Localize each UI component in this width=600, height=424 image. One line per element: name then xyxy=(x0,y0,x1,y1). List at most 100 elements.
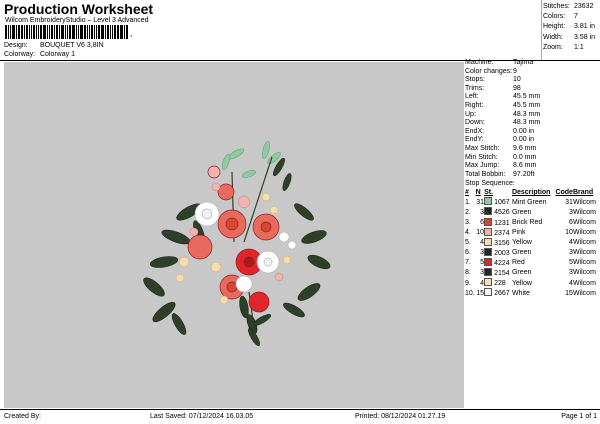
machine-info-row: Down: 48.3 mm xyxy=(465,119,600,128)
height-value: 3.81 in xyxy=(574,23,596,31)
summary-divider xyxy=(541,0,542,60)
stop-header-cell: Description xyxy=(511,189,551,197)
stop-brand: Wilcom xyxy=(572,198,596,206)
stop-brand: Wilcom xyxy=(572,229,596,237)
color-swatch xyxy=(484,217,493,226)
stop-row: 8. 3 2154 Green 3 Wilcom xyxy=(465,267,598,278)
machine-info-row: Color changes: 9 xyxy=(465,68,600,77)
stop-stitch-cell: 4224 xyxy=(484,257,512,268)
stop-code: 4 xyxy=(569,279,573,287)
machine-info-label: Max Stitch: xyxy=(465,144,500,152)
stop-brand: Wilcom xyxy=(572,239,596,247)
stop-description: Green xyxy=(511,208,532,216)
design-row: Design: BOUQUET V6 3,8IN xyxy=(4,41,104,50)
created-by: Created By: xyxy=(4,413,41,420)
stop-code: 6 xyxy=(569,219,573,226)
stop-stitch-cell: 228 xyxy=(484,278,512,288)
machine-info-value: 10 xyxy=(513,76,521,84)
machine-info-label: Trims: xyxy=(465,84,485,92)
stop-description: Green xyxy=(511,269,532,277)
stop-stitch-count: 2154 xyxy=(494,269,510,277)
stop-stitch-cell: 3156 xyxy=(484,237,512,248)
stop-brand: Wilcom xyxy=(572,279,596,287)
stop-description: Yellow xyxy=(511,279,532,287)
stop-brand: Wilcom xyxy=(572,289,596,297)
stop-description: Green xyxy=(511,249,532,257)
stop-stitch-cell: 2667 xyxy=(484,288,512,298)
design-label: Design: xyxy=(4,42,28,49)
machine-info-label: Down: xyxy=(465,119,485,127)
stop-brand: Wilcom xyxy=(572,249,596,257)
stop-code: 15 xyxy=(565,289,573,297)
machine-info-label: Total Bobbin: xyxy=(465,170,506,178)
stop-stitch-count: 2374 xyxy=(494,229,510,237)
stop-stitch-count: 228 xyxy=(494,280,506,288)
color-swatch xyxy=(484,247,493,256)
design-preview-canvas[interactable] xyxy=(4,62,464,408)
footer-divider xyxy=(0,409,600,410)
stop-sequence-table: # N St. Description Code Brand 1. 31 1067 Mint G… xyxy=(465,188,598,298)
height-row: Height: 3.81 in xyxy=(543,22,599,32)
machine-info-label: Left: xyxy=(465,93,479,101)
machine-info-row: Right: 45.5 mm xyxy=(465,102,600,111)
software-subtitle: Wilcom EmbroideryStudio – Level 3 Advanc… xyxy=(5,17,149,24)
stop-stitch-count: 4224 xyxy=(494,259,510,267)
stop-header-cell: # xyxy=(465,189,469,197)
machine-info-label: Stops: xyxy=(465,76,485,84)
stop-description: Mint Green xyxy=(511,198,547,206)
stop-sequence-header: # N St. Description Code Brand xyxy=(465,188,598,197)
width-value: 3.58 in xyxy=(574,33,596,41)
stop-code: 5 xyxy=(569,259,573,267)
printed-date: Printed: 08/12/2024 01.27.19 xyxy=(355,413,446,420)
machine-info-value: 48.3 mm xyxy=(513,110,541,118)
stop-stitch-count: 1231 xyxy=(494,219,510,227)
machine-info-list: Machine: Tajima Color changes: 9 Stops: 10 Tri… xyxy=(465,59,600,179)
stop-header-cell: St. xyxy=(484,189,494,197)
stop-brand: Wilcom xyxy=(572,269,596,277)
width-label: Width: xyxy=(543,33,563,41)
stop-needle: 31 xyxy=(476,198,485,206)
machine-info-value: 9.6 mm xyxy=(513,144,537,152)
stop-stitch-cell: 1231 xyxy=(484,217,512,228)
machine-info-label: EndX: xyxy=(465,127,485,135)
machine-info-row: EndX: 0.00 in xyxy=(465,128,600,137)
height-label: Height: xyxy=(543,23,566,31)
stop-brand: Wilcom xyxy=(572,208,596,216)
color-swatch xyxy=(484,237,493,246)
design-summary: Stitches: 23632 Colors: 7 Height: 3.81 in W… xyxy=(543,2,599,53)
stop-description: Brick Red xyxy=(511,219,543,226)
machine-info-row: Trims: 98 xyxy=(465,85,600,94)
stop-needle: 4 xyxy=(480,279,485,287)
color-swatch xyxy=(484,207,493,216)
stop-number: 2. xyxy=(465,208,471,216)
stop-brand: Wilcom xyxy=(572,259,596,267)
width-row: Width: 3.58 in xyxy=(543,33,599,43)
colors-row: Colors: 7 xyxy=(543,12,599,22)
machine-info-row: EndY: 0.00 in xyxy=(465,136,600,145)
machine-info-value: 0.00 in xyxy=(513,136,535,144)
stop-number: 5. xyxy=(465,239,471,247)
machine-info-panel: Machine: Tajima Color changes: 9 Stops: 10 Tri… xyxy=(465,59,600,298)
machine-info-row: Total Bobbin: 97.20ft xyxy=(465,171,600,180)
machine-info-row: Max Jump: 8.6 mm xyxy=(465,162,600,171)
machine-info-label: Min Stitch: xyxy=(465,153,498,161)
barcode xyxy=(5,25,129,39)
last-saved: Last Saved: 07/12/2024 16.03.05 xyxy=(150,413,254,420)
stop-sequence-label: Stop Sequence: xyxy=(465,180,515,188)
stop-brand: Wilcom xyxy=(572,219,596,226)
stop-row: 4. 10 2374 Pink 10 Wilcom xyxy=(465,227,598,238)
stop-code: 31 xyxy=(565,198,573,206)
stop-number: 4. xyxy=(465,229,471,237)
stop-stitch-cell: 1067 xyxy=(484,197,512,207)
colorway-label: Colorway: xyxy=(4,51,36,58)
color-swatch xyxy=(484,267,493,276)
machine-info-value: 0.0 mm xyxy=(513,153,537,161)
machine-info-row: Min Stitch: 0.0 mm xyxy=(465,154,600,163)
stop-description: Yellow xyxy=(511,239,532,247)
stop-code: 10 xyxy=(565,229,573,237)
bouquet-embroidery-preview xyxy=(143,141,331,347)
stop-stitch-count: 2667 xyxy=(494,290,510,298)
stop-number: 6. xyxy=(465,249,471,257)
machine-info-label: Machine: xyxy=(465,59,494,66)
stop-row: 5. 4 3156 Yellow 4 Wilcom xyxy=(465,237,598,248)
